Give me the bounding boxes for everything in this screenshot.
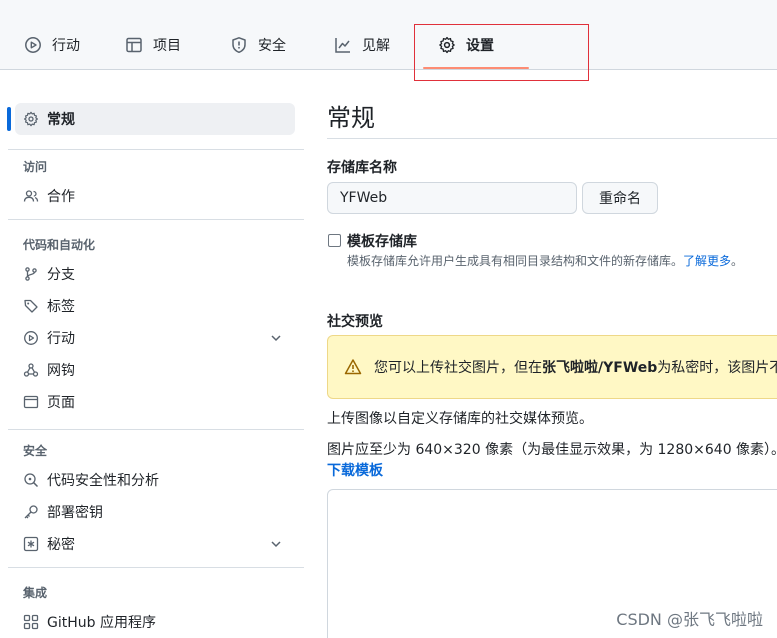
sidebar-item-label: 分支 <box>47 267 75 283</box>
sidebar-item-label: 代码安全性和分析 <box>47 473 159 489</box>
tab-security[interactable]: 安全 <box>230 28 286 62</box>
sidebar-item-label: 标签 <box>47 299 75 315</box>
template-label: 模板存储库 <box>347 234 417 250</box>
watermark: CSDN @张飞飞啦啦 <box>616 606 763 630</box>
sidebar-item-branches[interactable]: 分支 <box>15 258 295 290</box>
gear-icon <box>23 111 39 127</box>
size-description: 图片应至少为 640×320 像素（为最佳显示效果，为 1280×640 像素）… <box>327 442 777 458</box>
repo-name-label: 存储库名称 <box>327 160 397 176</box>
flash-text: 您可以上传社交图片，但在张飞啦啦/YFWeb为私密时，该图片不会 <box>374 357 777 377</box>
tab-actions[interactable]: 行动 <box>24 28 80 62</box>
divider <box>8 567 304 568</box>
webhook-icon <box>23 362 39 378</box>
learn-more-link[interactable]: 了解更多 <box>683 254 731 268</box>
sidebar-item-github-apps[interactable]: GitHub 应用程序 <box>15 606 295 638</box>
graph-icon <box>334 36 352 54</box>
sidebar-item-tags[interactable]: 标签 <box>15 290 295 322</box>
browser-icon <box>23 394 39 410</box>
settings-page: 行动 项目 安全 见解 设置 常规 访问 合作 代码和自动化 分支 标签 行动 … <box>0 0 777 638</box>
sidebar-item-webhooks[interactable]: 网钩 <box>15 354 295 386</box>
sidebar-item-label: GitHub 应用程序 <box>47 615 156 631</box>
codescan-icon <box>23 472 39 488</box>
template-help-text: 模板存储库允许用户生成具有相同目录结构和文件的新存储库。 <box>347 254 684 268</box>
section-heading-security: 安全 <box>23 444 48 458</box>
divider <box>8 149 304 150</box>
upload-description: 上传图像以自定义存储库的社交媒体预览。 <box>327 411 593 427</box>
tab-label: 安全 <box>258 38 286 54</box>
section-heading-access: 访问 <box>23 160 48 174</box>
social-preview-label: 社交预览 <box>327 314 383 330</box>
tab-label: 行动 <box>52 38 80 54</box>
sidebar-item-pages[interactable]: 页面 <box>15 386 295 418</box>
table-icon <box>125 36 143 54</box>
annotation-highlight-box <box>414 24 589 81</box>
active-indicator <box>7 107 11 131</box>
tab-label: 见解 <box>362 38 390 54</box>
sidebar-item-collaborators[interactable]: 合作 <box>15 180 295 212</box>
sidebar-item-actions[interactable]: 行动 <box>15 322 295 354</box>
sidebar-item-deploy-keys[interactable]: 部署密钥 <box>15 496 295 528</box>
rename-button[interactable]: 重命名 <box>582 182 658 214</box>
tab-label: 项目 <box>153 38 181 54</box>
sidebar-item-label: 合作 <box>47 189 75 205</box>
settings-sidebar: 常规 访问 合作 代码和自动化 分支 标签 行动 网钩 页面 安全 代码安全性和… <box>0 70 310 638</box>
sidebar-item-general[interactable]: 常规 <box>15 103 295 135</box>
template-checkbox[interactable] <box>328 234 341 247</box>
play-icon <box>24 36 42 54</box>
alert-icon <box>344 358 362 376</box>
template-help: 模板存储库允许用户生成具有相同目录结构和文件的新存储库。了解更多。 <box>347 252 743 269</box>
repo-nav: 行动 项目 安全 见解 设置 <box>0 0 777 81</box>
divider <box>8 429 304 430</box>
page-title: 常规 <box>327 104 375 132</box>
branch-icon <box>23 266 39 282</box>
apps-icon <box>23 614 39 630</box>
people-icon <box>23 188 39 204</box>
tag-icon <box>23 298 39 314</box>
sidebar-item-label: 常规 <box>47 112 75 128</box>
sidebar-item-label: 页面 <box>47 395 75 411</box>
section-heading-integrations: 集成 <box>23 586 48 600</box>
chevron-down-icon[interactable] <box>269 331 283 345</box>
key-icon <box>23 504 39 520</box>
divider <box>327 138 777 139</box>
divider <box>8 219 304 220</box>
sidebar-item-code-security[interactable]: 代码安全性和分析 <box>15 464 295 496</box>
section-heading-code-automation: 代码和自动化 <box>23 238 96 252</box>
tab-insights[interactable]: 见解 <box>334 28 390 62</box>
repo-name-input[interactable] <box>327 182 577 214</box>
help-end: 。 <box>731 254 744 268</box>
flash-text-pre: 您可以上传社交图片，但在 <box>374 360 542 376</box>
download-template-link[interactable]: 下载模板 <box>327 460 383 480</box>
shield-icon <box>230 36 248 54</box>
flash-text-post: 为私密时，该图片不会 <box>657 360 777 376</box>
sidebar-item-label: 行动 <box>47 331 75 347</box>
sidebar-item-label: 秘密 <box>47 537 75 553</box>
sidebar-item-secrets[interactable]: 秘密 <box>15 528 295 560</box>
sidebar-item-label: 部署密钥 <box>47 505 103 521</box>
sidebar-item-label: 网钩 <box>47 363 75 379</box>
play-icon <box>23 330 39 346</box>
warning-flash: 您可以上传社交图片，但在张飞啦啦/YFWeb为私密时，该图片不会 <box>327 335 777 399</box>
chevron-down-icon[interactable] <box>269 537 283 551</box>
asterisk-box-icon <box>23 536 39 552</box>
tab-projects[interactable]: 项目 <box>125 28 181 62</box>
flash-repo-name: 张飞啦啦/YFWeb <box>542 360 658 376</box>
